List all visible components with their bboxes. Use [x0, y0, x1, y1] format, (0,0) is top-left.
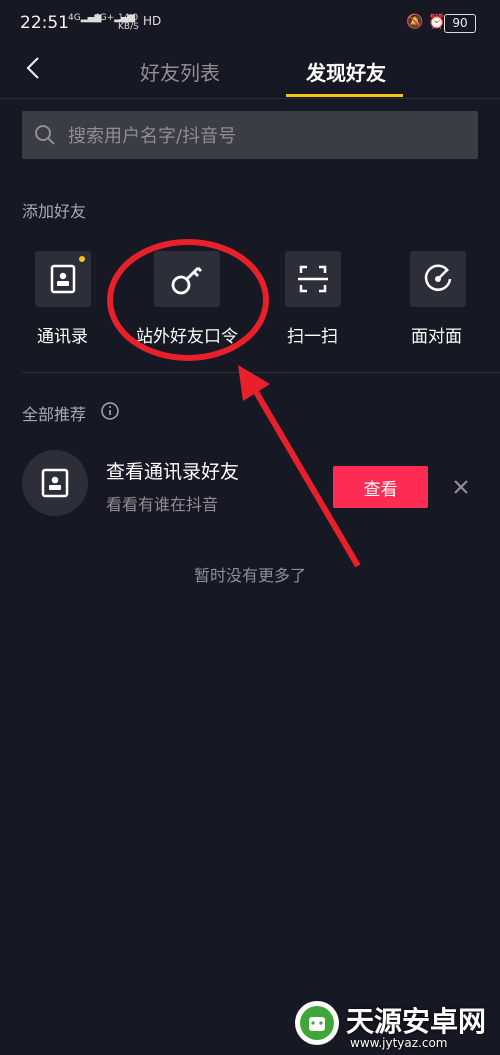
hd-icon: HD: [143, 14, 162, 28]
watermark-logo-icon: [295, 1001, 339, 1045]
alarm-icon: ⏰: [428, 14, 446, 30]
scan-label: 扫一扫: [287, 327, 338, 347]
close-icon[interactable]: [450, 476, 472, 498]
tab-discover-friends[interactable]: 发现好友: [306, 57, 386, 86]
active-tab-indicator: [286, 94, 403, 97]
add-friends-title: 添加好友: [22, 202, 87, 221]
net-speed-unit: KB/S: [118, 22, 139, 32]
annotation-arrow-head: [238, 365, 270, 401]
radar-icon: [424, 264, 452, 291]
contacts-label: 通讯录: [37, 327, 88, 347]
signal-label-1: 4G: [68, 13, 81, 23]
contact-card-icon: [41, 468, 69, 498]
battery-icon: 90: [444, 14, 476, 33]
status-time: 22:51: [20, 13, 69, 33]
info-icon[interactable]: [100, 401, 120, 421]
scan-button[interactable]: [285, 251, 341, 307]
recommend-item-title: 查看通讯录好友: [106, 461, 240, 483]
top-nav: 好友列表 发现好友: [0, 46, 500, 99]
no-more-text: 暂时没有更多了: [193, 566, 306, 585]
watermark-url: www.jytyaz.com: [350, 1036, 448, 1050]
section-divider: [22, 372, 500, 373]
invite-code-button[interactable]: [154, 251, 220, 307]
contacts-button[interactable]: [35, 251, 91, 307]
scan-icon: [298, 265, 328, 293]
view-button[interactable]: 查看: [333, 466, 428, 508]
signal-label-2: 4G+: [94, 13, 115, 23]
search-bar[interactable]: [22, 111, 478, 161]
tab-friends-list[interactable]: 好友列表: [140, 57, 220, 86]
recommend-title: 全部推荐: [22, 405, 87, 424]
net-speed: 14.0 KB/S: [118, 14, 139, 32]
recommend-item-subtitle: 看看有谁在抖音: [106, 495, 219, 514]
search-icon: [35, 125, 55, 145]
invite-code-label: 站外好友口令: [136, 327, 238, 347]
back-arrow-icon[interactable]: [22, 56, 46, 80]
watermark: 天源安卓网 www.jytyaz.com: [282, 996, 500, 1055]
face-to-face-label: 面对面: [411, 327, 462, 347]
search-input[interactable]: [66, 111, 470, 161]
mute-bell-icon: 🔕: [406, 14, 424, 30]
face-to-face-button[interactable]: [410, 251, 466, 307]
new-dot-badge: [79, 256, 85, 262]
contacts-avatar: [22, 450, 88, 516]
status-bar: 22:51 4G▂▄▆ 4G+▂▄▆ 14.0 KB/S HD 🔕 ⏰ 90: [0, 0, 500, 46]
key-icon: [171, 267, 202, 295]
watermark-text: 天源安卓网: [346, 1005, 487, 1038]
